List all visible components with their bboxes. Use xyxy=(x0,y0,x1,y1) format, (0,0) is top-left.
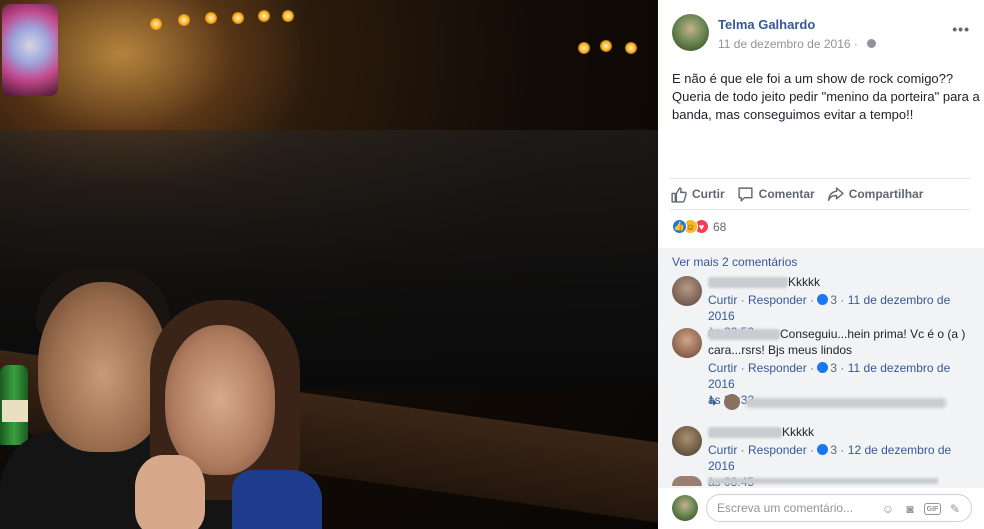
commenter-avatar[interactable] xyxy=(672,328,702,358)
comments-section: Ver mais 2 comentários Kkkkk Curtir · Re… xyxy=(658,248,984,489)
share-arrow-icon xyxy=(827,186,844,201)
thumbs-up-icon xyxy=(671,186,687,203)
like-label: Curtir xyxy=(692,187,725,201)
stage-light xyxy=(178,14,190,26)
emoji-icon[interactable]: ☺ xyxy=(880,501,896,517)
gif-icon[interactable]: GIF xyxy=(924,503,941,515)
reply-preview[interactable]: ↳ xyxy=(708,394,968,412)
reactions-summary[interactable]: 👍 ☺ ♥ 68 xyxy=(672,219,726,234)
commenter-name-blurred[interactable] xyxy=(708,329,780,341)
comment-bubble-icon xyxy=(738,186,753,202)
like-count-icon xyxy=(817,362,829,374)
view-more-comments-link[interactable]: Ver mais 2 comentários xyxy=(672,255,797,269)
commenter-avatar[interactable] xyxy=(672,426,702,456)
like-button[interactable]: Curtir xyxy=(670,186,725,203)
comment-like-count[interactable]: 3 xyxy=(830,293,837,307)
hand xyxy=(135,455,205,529)
comment-like-link[interactable]: Curtir xyxy=(708,443,737,457)
action-bar: Curtir Comentar Compartilhar xyxy=(670,178,970,210)
post-date-text[interactable]: 11 de dezembro de 2016 xyxy=(718,37,851,51)
comment-like-link[interactable]: Curtir xyxy=(708,361,737,375)
post-photo[interactable] xyxy=(0,0,658,529)
comment-like-link[interactable]: Curtir xyxy=(708,293,737,307)
comment-text: Kkkkk xyxy=(788,275,821,289)
share-button[interactable]: Compartilhar xyxy=(827,186,924,203)
comment-reply-link[interactable]: Responder xyxy=(748,361,807,375)
stage-light xyxy=(205,12,217,24)
like-reaction-icon: 👍 xyxy=(672,219,687,234)
commenter-avatar[interactable] xyxy=(672,276,702,306)
share-label: Compartilhar xyxy=(848,187,924,201)
date-separator: · xyxy=(853,37,858,51)
post-text-line: E não é que ele foi a um show de rock co… xyxy=(672,71,954,86)
reply-text-blurred xyxy=(746,398,946,408)
sticker-icon[interactable]: ✎ xyxy=(947,501,963,517)
comment-like-count[interactable]: 3 xyxy=(830,361,837,375)
comment-reply-link[interactable]: Responder xyxy=(748,293,807,307)
comment-button[interactable]: Comentar xyxy=(737,186,815,203)
woman-top xyxy=(232,470,322,529)
globe-icon xyxy=(867,39,877,49)
comment-input-box[interactable]: ☺ ◙ GIF ✎ xyxy=(706,494,972,522)
stage-light xyxy=(282,10,294,22)
like-count-icon xyxy=(817,444,829,456)
camera-icon[interactable]: ◙ xyxy=(902,501,918,517)
post-text-line: banda, mas conseguimos evitar a tempo!! xyxy=(672,107,914,122)
comment-text-line: cara...rsrs! Bjs meus lindos xyxy=(708,343,853,357)
stage-light xyxy=(600,40,612,52)
post-text: E não é que ele foi a um show de rock co… xyxy=(672,70,980,124)
post-date[interactable]: 11 de dezembro de 2016 · xyxy=(718,37,877,51)
partial-comment-text-blurred xyxy=(708,478,938,484)
stage-light xyxy=(258,10,270,22)
composer-icons: ☺ ◙ GIF ✎ xyxy=(880,501,963,517)
author-avatar[interactable] xyxy=(672,14,709,51)
stage-light xyxy=(150,18,162,30)
comment-composer: ☺ ◙ GIF ✎ xyxy=(672,493,972,523)
comment-like-count[interactable]: 3 xyxy=(830,443,837,457)
reply-avatar xyxy=(724,394,740,410)
man-face xyxy=(38,282,168,452)
post-text-line: Queria de todo jeito pedir "menino da po… xyxy=(672,89,980,104)
comment-text: Kkkkk xyxy=(782,425,815,439)
partial-comment-avatar xyxy=(672,476,702,486)
post-panel: Telma Galhardo 11 de dezembro de 2016 · … xyxy=(658,0,984,529)
more-options-icon[interactable]: ••• xyxy=(952,22,970,36)
partial-comment xyxy=(672,476,972,486)
comment-text-line: Conseguiu...hein prima! Vc é o (a ) xyxy=(780,327,966,341)
reaction-count[interactable]: 68 xyxy=(713,220,726,234)
comment-input[interactable] xyxy=(717,501,867,515)
commenter-name-blurred[interactable] xyxy=(708,277,788,289)
comment-reply-link[interactable]: Responder xyxy=(748,443,807,457)
comment-label: Comentar xyxy=(758,187,815,201)
stage-light xyxy=(578,42,590,54)
like-count-icon xyxy=(817,294,829,306)
stage-screen xyxy=(2,4,58,96)
woman-face xyxy=(165,325,275,475)
stage-light xyxy=(232,12,244,24)
commenter-name-blurred[interactable] xyxy=(708,427,782,439)
composer-avatar xyxy=(672,495,698,521)
stage-light xyxy=(625,42,637,54)
author-name[interactable]: Telma Galhardo xyxy=(718,17,815,32)
bottle-label xyxy=(2,400,28,422)
reply-arrow-icon: ↳ xyxy=(708,394,719,408)
